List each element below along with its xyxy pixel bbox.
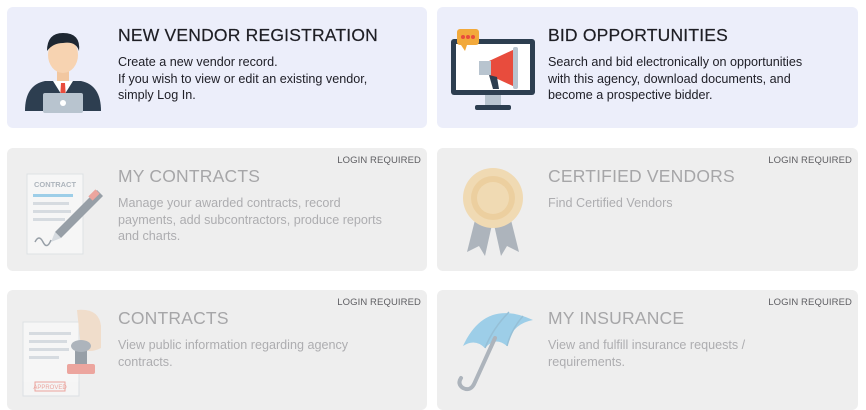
card-description: Create a new vendor record. If you wish … <box>118 55 368 102</box>
card-description: View public information regarding agency… <box>118 338 349 369</box>
card-title: CONTRACTS <box>118 308 229 328</box>
card-my-insurance[interactable]: LOGIN REQUIRED MY INSURANCE View and ful… <box>437 290 858 410</box>
award-seal-icon <box>449 160 537 256</box>
card-description: View and fulfill insurance requests / re… <box>548 338 746 369</box>
card-description: Find Certified Vendors <box>548 196 673 210</box>
umbrella-icon <box>449 302 537 398</box>
approved-stamp-icon: APPROVED <box>19 302 107 398</box>
card-title: MY CONTRACTS <box>118 166 261 186</box>
card-title: BID OPPORTUNITIES <box>548 25 729 45</box>
card-contracts[interactable]: LOGIN REQUIRED APPROVED CONTRACTS View p… <box>7 290 427 410</box>
card-description: Manage your awarded contracts, record pa… <box>118 196 382 243</box>
card-title: MY INSURANCE <box>548 308 685 328</box>
card-bid-opportunities[interactable]: BID OPPORTUNITIES Search and bid electro… <box>437 7 858 128</box>
card-description: Search and bid electronically on opportu… <box>548 55 803 102</box>
megaphone-monitor-icon <box>449 19 537 115</box>
vendor-person-icon <box>19 19 107 115</box>
svg-text:CONTRACT: CONTRACT <box>34 180 76 189</box>
card-certified-vendors[interactable]: LOGIN REQUIRED CERTIFIED VENDORS Find Ce… <box>437 148 858 271</box>
card-title: CERTIFIED VENDORS <box>548 166 735 186</box>
card-title: NEW VENDOR REGISTRATION <box>118 25 378 45</box>
svg-text:APPROVED: APPROVED <box>33 385 67 391</box>
card-new-vendor-registration[interactable]: NEW VENDOR REGISTRATION Create a new ven… <box>7 7 427 128</box>
card-my-contracts[interactable]: LOGIN REQUIRED CONTRACT MY CONTRACTS Man… <box>7 148 427 271</box>
contract-pen-icon: CONTRACT <box>19 160 107 256</box>
